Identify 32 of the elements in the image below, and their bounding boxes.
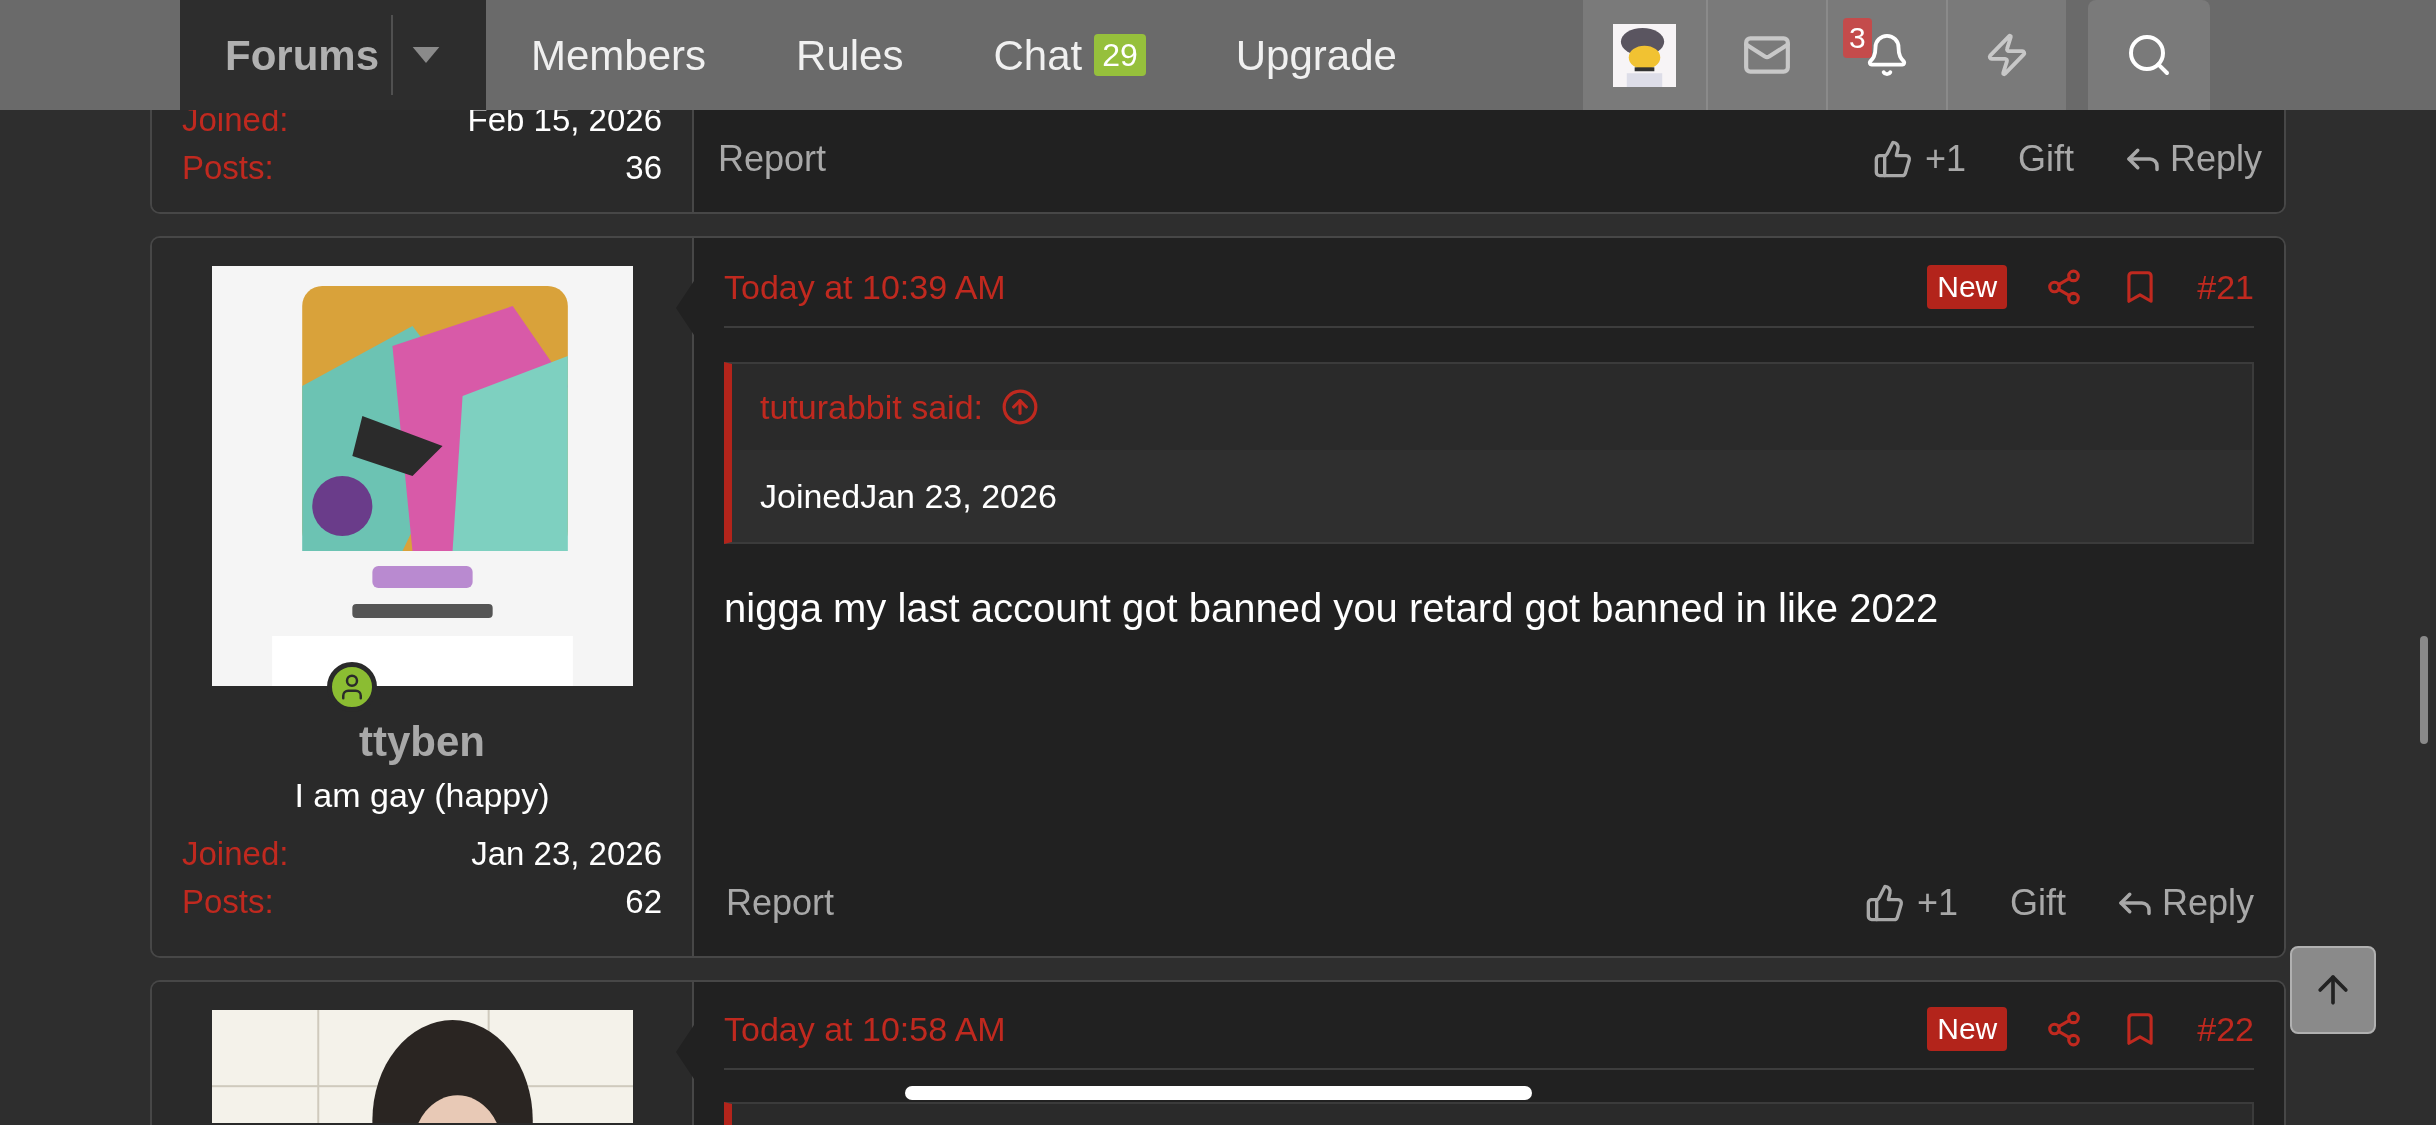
like-button[interactable]: +1 xyxy=(1872,132,1966,186)
new-badge: New xyxy=(1927,265,2008,309)
stat-value: 36 xyxy=(625,148,662,188)
stat-value: Jan 23, 2026 xyxy=(471,834,662,874)
scroll-to-top-button[interactable] xyxy=(2290,946,2376,1034)
nav-tab[interactable]: Members xyxy=(531,23,707,87)
thumbs-up-icon xyxy=(1872,139,1913,179)
report-link[interactable]: Report xyxy=(726,876,835,930)
stat-value: 62 xyxy=(625,882,662,922)
reply-button[interactable]: Reply xyxy=(2113,876,2254,930)
gift-link[interactable]: Gift xyxy=(2009,876,2066,930)
new-badge: New xyxy=(1927,1007,2008,1051)
report-link[interactable]: Report xyxy=(718,132,827,186)
stat-label: Joined: xyxy=(182,834,289,874)
nav-tab[interactable]: Upgrade xyxy=(1235,23,1397,87)
post-message: nigga my last account got banned you retard got banned in like 2022 xyxy=(724,585,1940,632)
nav-tab[interactable]: Rules xyxy=(796,23,904,87)
jump-up-icon[interactable] xyxy=(1001,388,1040,426)
notification-badge: 3 xyxy=(1843,18,1872,58)
caret-icon[interactable] xyxy=(411,47,441,63)
username[interactable]: ttyben xyxy=(359,716,485,768)
gift-link[interactable]: Gift xyxy=(2017,132,2074,186)
stat-label: Posts: xyxy=(182,882,274,922)
stat-label: Joined: xyxy=(182,100,289,140)
thumbs-up-icon xyxy=(1864,883,1905,923)
stat-label: Posts: xyxy=(182,148,274,188)
like-button[interactable]: +1 xyxy=(1864,876,1958,930)
count-badge: 29 xyxy=(1094,34,1146,76)
user-title: I am gay (happy) xyxy=(294,775,550,816)
nav-tab[interactable]: Chat xyxy=(993,23,1083,87)
reply-button[interactable]: Reply xyxy=(2121,132,2262,186)
quote-text: JoinedJan 23, 2026 xyxy=(760,475,1057,517)
